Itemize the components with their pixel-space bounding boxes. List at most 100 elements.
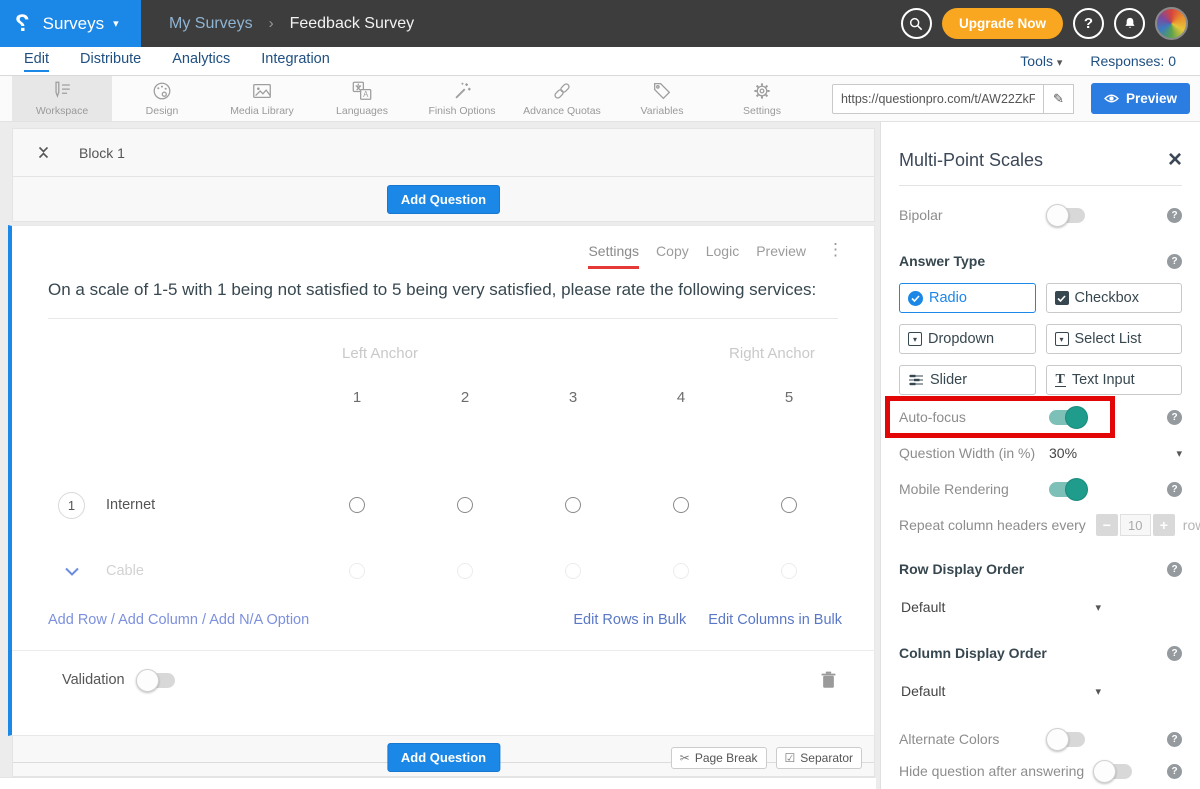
repeat-headers-value[interactable]: 10 (1120, 514, 1151, 536)
column-header[interactable]: 1 (303, 389, 411, 406)
bipolar-label: Bipolar (899, 207, 1049, 223)
row-number-badge: 1 (58, 492, 85, 519)
question-footer-strip: Add Question ✂Page Break ☑Separator (12, 736, 875, 777)
answer-type-text-input[interactable]: T Text Input (1046, 365, 1183, 395)
question-tab-preview[interactable]: Preview (756, 243, 806, 266)
column-header[interactable]: 2 (411, 389, 519, 406)
radio-button[interactable] (349, 497, 365, 513)
toolbar-item-workspace[interactable]: Workspace (12, 76, 112, 121)
alternate-colors-toggle[interactable] (1049, 732, 1085, 747)
breadcrumb-separator-icon: › (269, 15, 274, 32)
help-icon[interactable]: ? (1167, 732, 1182, 747)
add-na-option-link[interactable]: Add N/A Option (209, 612, 309, 628)
help-icon[interactable]: ? (1167, 254, 1182, 269)
notifications-button[interactable] (1114, 8, 1145, 39)
answer-type-slider[interactable]: Slider (899, 365, 1036, 395)
row-display-order-select[interactable]: Default ▾ (899, 599, 1101, 615)
chevron-down-icon[interactable] (58, 566, 85, 577)
toolbar-item-variables[interactable]: Variables (612, 76, 712, 121)
help-icon[interactable]: ? (1167, 562, 1182, 577)
toolbar-item-finish-options[interactable]: Finish Options (412, 76, 512, 121)
avatar[interactable] (1155, 7, 1188, 40)
add-row-link[interactable]: Add Row (48, 612, 107, 628)
alternate-colors-row: Alternate Colors ? (899, 727, 1182, 751)
answer-type-dropdown[interactable]: ▾ Dropdown (899, 324, 1036, 354)
question-text[interactable]: On a scale of 1-5 with 1 being not satis… (48, 277, 818, 303)
answer-type-radio[interactable]: Radio (899, 283, 1036, 313)
survey-url-input[interactable] (832, 84, 1044, 114)
page-break-button[interactable]: ✂Page Break (671, 747, 767, 769)
product-switcher[interactable]: ? Surveys ▾ (0, 0, 141, 47)
edit-columns-in-bulk-link[interactable]: Edit Columns in Bulk (708, 612, 842, 628)
hide-question-toggle[interactable] (1096, 764, 1132, 779)
auto-focus-label: Auto-focus (899, 409, 1049, 425)
add-question-button-bottom[interactable]: Add Question (387, 743, 500, 772)
mobile-rendering-toggle[interactable] (1049, 482, 1085, 497)
answer-type-checkbox[interactable]: Checkbox (1046, 283, 1183, 313)
column-header[interactable]: 3 (519, 389, 627, 406)
delete-question-button[interactable] (821, 671, 836, 689)
responses-count[interactable]: Responses: 0 (1090, 53, 1176, 69)
column-display-order-select[interactable]: Default ▾ (899, 683, 1101, 699)
upgrade-now-button[interactable]: Upgrade Now (942, 8, 1063, 39)
question-tab-logic[interactable]: Logic (706, 243, 739, 266)
tab-integration[interactable]: Integration (261, 51, 330, 72)
question-tab-copy[interactable]: Copy (656, 243, 689, 266)
search-button[interactable] (901, 8, 932, 39)
separator-button[interactable]: ☑Separator (776, 747, 862, 769)
close-icon[interactable]: × (1168, 150, 1182, 170)
radio-button[interactable] (457, 497, 473, 513)
help-icon[interactable]: ? (1167, 482, 1182, 497)
help-icon[interactable]: ? (1167, 764, 1182, 779)
question-tab-settings[interactable]: Settings (588, 243, 639, 269)
row-label-ghost[interactable]: Cable (106, 563, 144, 579)
preview-button[interactable]: Preview (1091, 83, 1190, 114)
column-header[interactable]: 4 (627, 389, 735, 406)
breadcrumb-my-surveys[interactable]: My Surveys (169, 15, 253, 33)
chain-links-icon (551, 81, 573, 102)
radio-button[interactable] (565, 497, 581, 513)
workspace-icon (51, 81, 73, 102)
add-question-strip: Add Question (12, 177, 875, 222)
text-input-icon: T (1055, 373, 1066, 387)
auto-focus-toggle[interactable] (1049, 410, 1085, 425)
help-icon[interactable]: ? (1167, 208, 1182, 223)
add-question-button-top[interactable]: Add Question (387, 185, 500, 214)
toolbar-item-settings[interactable]: Settings (712, 76, 812, 121)
tab-analytics[interactable]: Analytics (172, 51, 230, 72)
right-anchor-input[interactable]: Right Anchor (702, 345, 842, 362)
tab-distribute[interactable]: Distribute (80, 51, 141, 72)
row-label[interactable]: Internet (106, 497, 155, 513)
next-block-placeholder (0, 777, 876, 789)
toolbar-item-languages[interactable]: A Languages (312, 76, 412, 121)
minus-button[interactable]: − (1096, 514, 1118, 536)
help-button[interactable]: ? (1073, 8, 1104, 39)
chevron-down-icon[interactable]: ▾ (1176, 447, 1182, 460)
tools-menu[interactable]: Tools ▾ (1020, 53, 1062, 69)
bipolar-toggle[interactable] (1049, 208, 1085, 223)
toolbar-item-media-library[interactable]: Media Library (212, 76, 312, 121)
help-icon: ? (1084, 15, 1093, 32)
plus-button[interactable]: + (1153, 514, 1175, 536)
kebab-menu-icon[interactable]: ⋮ (827, 243, 844, 257)
search-icon (908, 16, 924, 32)
answer-type-select-list[interactable]: ▾ Select List (1046, 324, 1183, 354)
hide-question-row: Hide question after answering ? (899, 759, 1182, 783)
add-column-link[interactable]: Add Column (118, 612, 198, 628)
toolbar-item-advance-quotas[interactable]: Advance Quotas (512, 76, 612, 121)
validation-toggle[interactable] (139, 673, 175, 688)
edit-rows-in-bulk-link[interactable]: Edit Rows in Bulk (573, 612, 686, 628)
question-width-value[interactable]: 30% (1049, 445, 1077, 461)
edit-url-button[interactable]: ✎ (1044, 84, 1074, 114)
tab-edit[interactable]: Edit (24, 51, 49, 72)
collapse-block-button[interactable] (36, 145, 51, 160)
radio-button[interactable] (781, 497, 797, 513)
left-anchor-input[interactable]: Left Anchor (310, 345, 450, 362)
toolbar-item-design[interactable]: Design (112, 76, 212, 121)
radio-button[interactable] (673, 497, 689, 513)
help-icon[interactable]: ? (1167, 410, 1182, 425)
column-headers-row: 1 2 3 4 5 (48, 389, 874, 406)
row-display-order-header: Row Display Order ? (899, 557, 1182, 581)
help-icon[interactable]: ? (1167, 646, 1182, 661)
column-header[interactable]: 5 (735, 389, 843, 406)
